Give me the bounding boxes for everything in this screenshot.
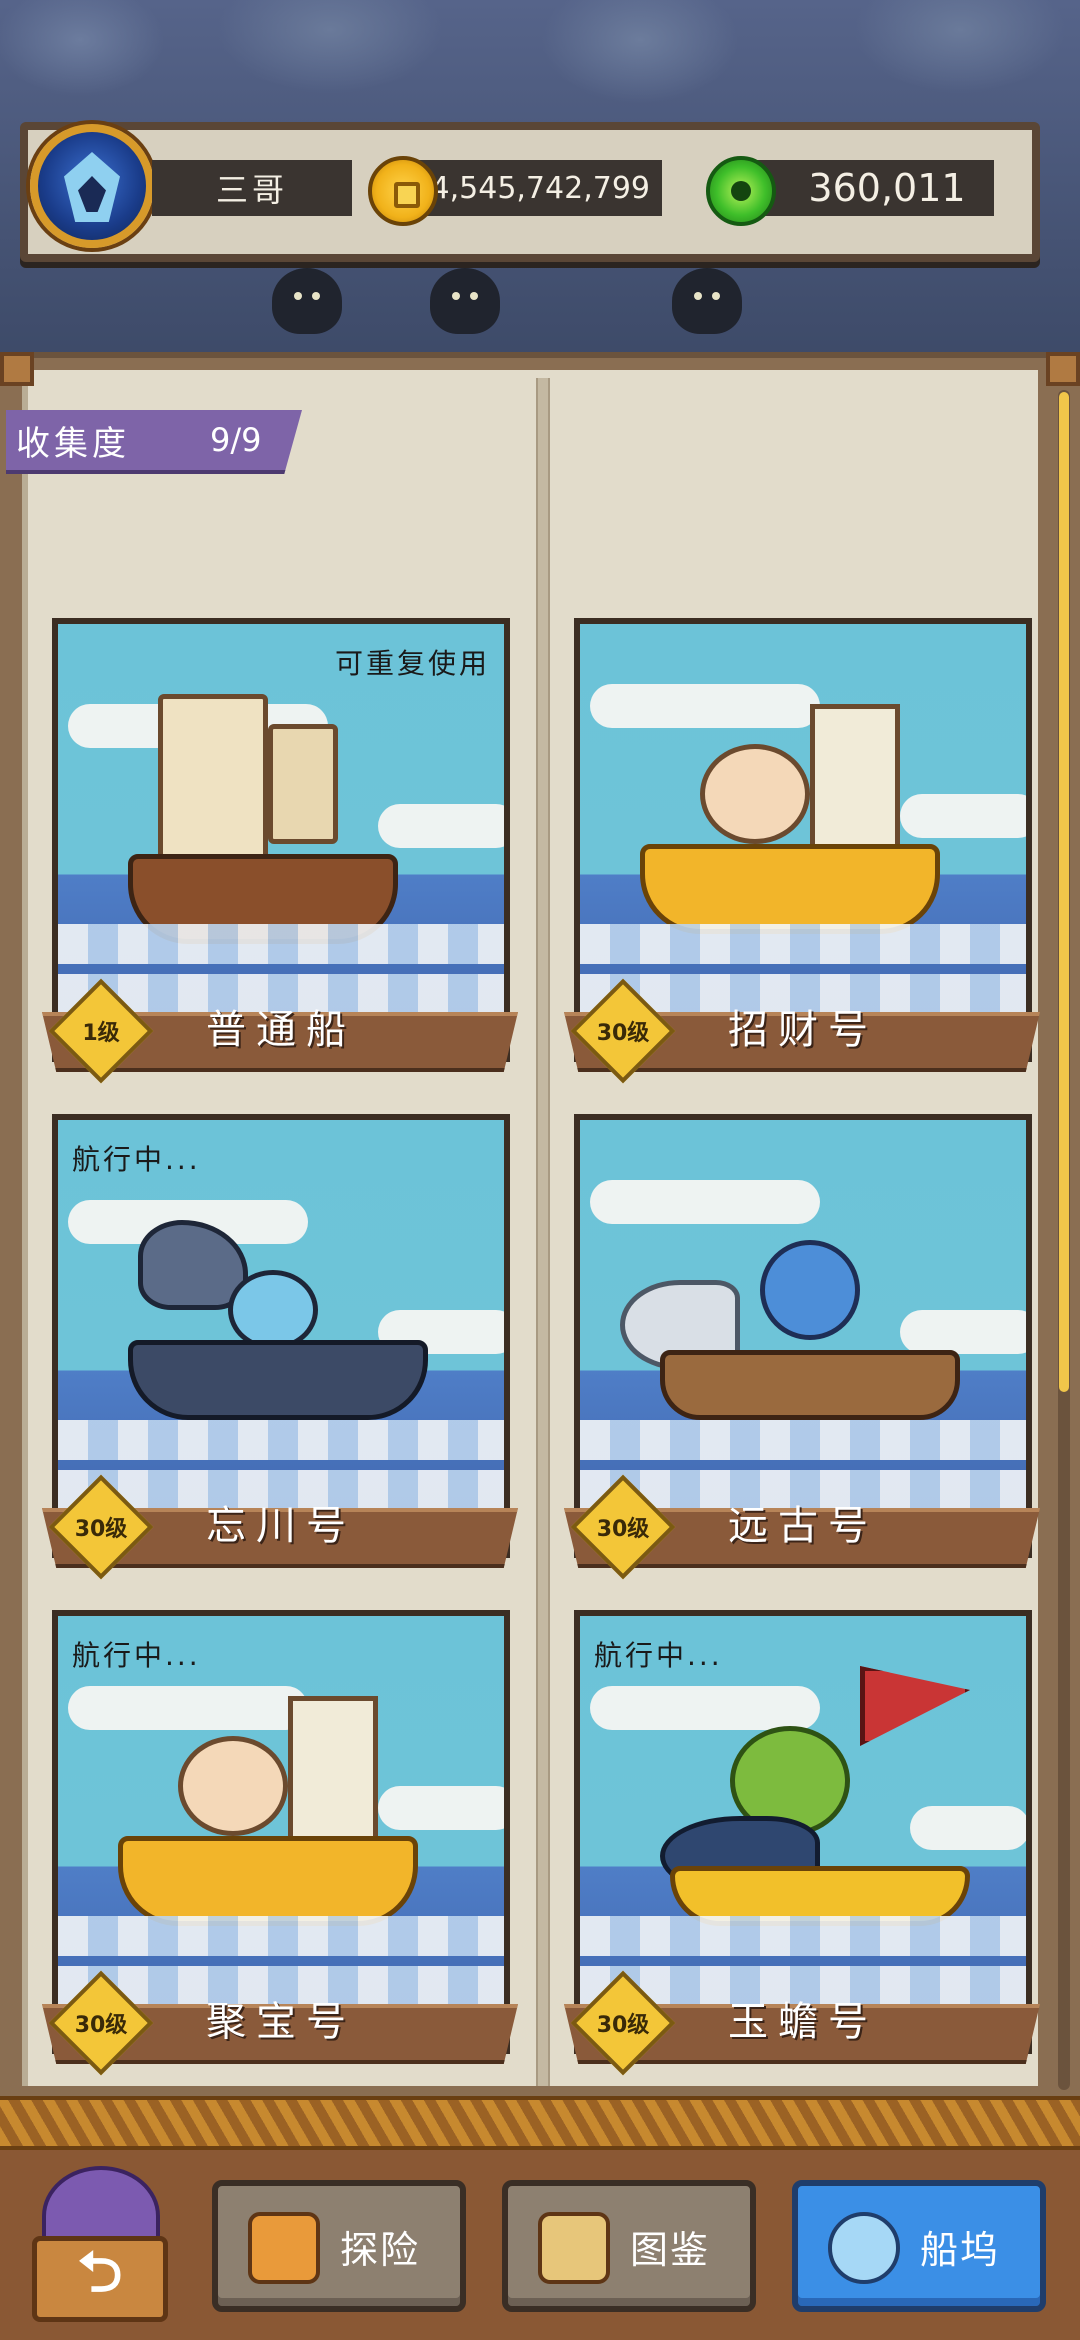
cloud [900, 1310, 1026, 1354]
ship-hull [640, 844, 940, 934]
sail [268, 724, 338, 844]
jade-coin-icon [706, 156, 776, 226]
ship-note: 航行中... [72, 1143, 201, 1176]
nav-dock-button[interactable]: 船坞 [792, 2180, 1046, 2312]
sail [158, 694, 268, 864]
gold-amount: 4,545,742,799 [404, 160, 662, 216]
ship-name: 玉蟾号 [728, 1999, 878, 2045]
back-button[interactable]: ⮌ [32, 2166, 168, 2322]
ship-note: 可重复使用 [334, 647, 490, 680]
red-flag [860, 1666, 970, 1746]
ship-card-jade-toad[interactable]: 航行中... 30级 玉蟾号 [564, 1610, 1040, 2076]
ship-hull [128, 1340, 428, 1420]
explore-icon [248, 2212, 320, 2284]
ship-note: 航行中... [72, 1639, 201, 1672]
cloud [68, 1686, 308, 1730]
collection-label: 收集度 [16, 423, 130, 464]
player-name: 三哥 [152, 160, 352, 216]
pirate-captain [760, 1240, 860, 1340]
ship-scene: 航行中... [58, 1120, 504, 1552]
nav-explore-button[interactable]: 探险 [212, 2180, 466, 2312]
gold-coin-icon [368, 156, 438, 226]
rope-border [0, 2096, 1080, 2150]
book-icon [538, 2212, 610, 2284]
ship-card-fortune[interactable]: 30级 招财号 [564, 618, 1040, 1084]
cloud [910, 1806, 1026, 1850]
anchor-icon [828, 2212, 900, 2284]
nav-atlas-label: 图鉴 [629, 2227, 710, 2272]
ship-scene [580, 624, 1026, 1056]
cloud [590, 1686, 820, 1730]
jade-amount: 360,011 [740, 160, 994, 216]
back-arrow-icon: ⮌ [32, 2236, 168, 2322]
ship-hull [660, 1350, 960, 1420]
ship-name: 远古号 [728, 1503, 878, 1549]
shadow-creature [430, 268, 500, 334]
nav-dock-label: 船坞 [919, 2227, 1000, 2272]
cloud [590, 684, 820, 728]
wave [58, 924, 504, 964]
ship-name: 招财号 [728, 1007, 878, 1053]
ship-name: 忘川号 [206, 1503, 356, 1549]
wave [580, 924, 1026, 964]
collection-value: 9/9 [210, 421, 262, 459]
cloud [378, 1786, 504, 1830]
ship-scene: 航行中... [58, 1616, 504, 2048]
wave [580, 1916, 1026, 1956]
ship-name: 聚宝号 [206, 1999, 356, 2045]
scrollbar-thumb[interactable] [1059, 392, 1069, 1392]
ship-card-ancient[interactable]: 30级 远古号 [564, 1114, 1040, 1580]
ghost-rider [228, 1270, 318, 1350]
wave [58, 1916, 504, 1956]
ship-hull [118, 1836, 418, 1926]
ship-note: 航行中... [594, 1639, 723, 1672]
collection-progress: 收集度 9/9 [6, 410, 302, 474]
cat-mascot [178, 1736, 288, 1836]
cloud [378, 804, 504, 848]
shadow-creature [672, 268, 742, 334]
ship-card-common[interactable]: 可重复使用 1级 普通船 [42, 618, 518, 1084]
cat-mascot [700, 744, 810, 844]
ship-scene: 可重复使用 [58, 624, 504, 1056]
wave [580, 1420, 1026, 1460]
ship-card-wangchuan[interactable]: 航行中... 30级 忘川号 [42, 1114, 518, 1580]
nav-explore-label: 探险 [339, 2227, 420, 2272]
nav-atlas-button[interactable]: 图鉴 [502, 2180, 756, 2312]
shadow-creature [272, 268, 342, 334]
wave [58, 1420, 504, 1460]
ship-scene [580, 1120, 1026, 1552]
ship-name: 普通船 [206, 1007, 356, 1053]
corner-bolt [0, 352, 34, 386]
corner-bolt [1046, 352, 1080, 386]
player-avatar[interactable] [30, 124, 154, 248]
cloud [900, 794, 1026, 838]
cloud [590, 1180, 820, 1224]
panel-divider [536, 378, 550, 2086]
ship-scene: 航行中... [580, 1616, 1026, 2048]
ship-card-treasure[interactable]: 航行中... 30级 聚宝号 [42, 1610, 518, 2076]
